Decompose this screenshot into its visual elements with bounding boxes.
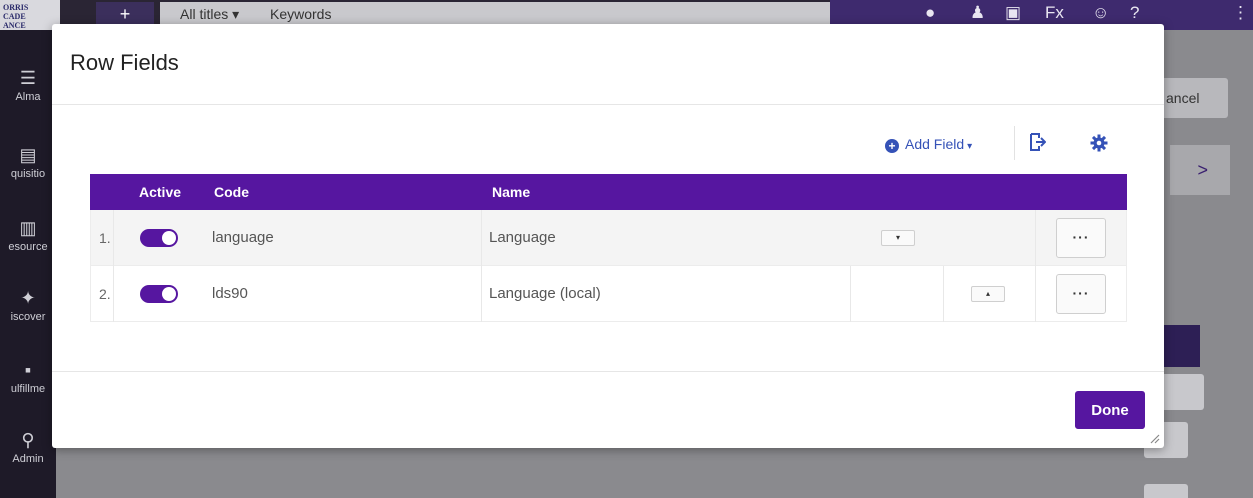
toggle-knob	[162, 287, 176, 301]
cell-divider	[850, 266, 851, 322]
notifications-icon[interactable]: ☺	[1092, 3, 1109, 23]
table-row: 1. language Language ▾ ···	[90, 210, 1127, 266]
export-icon[interactable]	[1028, 132, 1046, 152]
divider	[52, 104, 1164, 105]
location-icon[interactable]: ●	[925, 3, 935, 23]
gear-icon[interactable]	[1090, 134, 1108, 152]
active-toggle[interactable]	[140, 229, 178, 247]
nav-item-alma[interactable]: ☰ Alma	[0, 68, 56, 103]
dialog-title: Row Fields	[70, 50, 179, 75]
user-icon[interactable]: ♟	[970, 3, 985, 23]
row-actions-button[interactable]: ···	[1056, 218, 1106, 258]
toggle-knob	[162, 231, 176, 245]
nav-item-fulfillment[interactable]: ▪ ulfillme	[0, 360, 56, 395]
row-actions-button[interactable]: ···	[1056, 274, 1106, 314]
cell-divider	[1035, 210, 1036, 266]
column-header-name[interactable]: Name	[492, 184, 530, 200]
background-header-strip	[1160, 325, 1200, 367]
cell-divider	[481, 210, 482, 266]
nav-item-acquisitions[interactable]: ▤ quisitio	[0, 145, 56, 180]
column-header-active[interactable]: Active	[139, 184, 181, 200]
move-up-button[interactable]: ▴	[971, 286, 1005, 302]
add-field-button[interactable]: + Add Field ▾	[885, 136, 972, 153]
cell-divider	[113, 210, 114, 266]
row-number: 1.	[99, 230, 111, 246]
toolbar-divider	[1014, 126, 1015, 160]
done-button[interactable]: Done	[1075, 391, 1145, 429]
search-type-select[interactable]: Keywords	[270, 6, 331, 22]
table-header: Active Code Name	[90, 174, 1127, 210]
institution-logo: ORRIS CADE ANCE	[0, 0, 60, 30]
background-actions-button[interactable]	[1144, 484, 1188, 498]
active-toggle[interactable]	[140, 285, 178, 303]
row-fields-table: Active Code Name 1. language Language ▾ …	[90, 174, 1127, 322]
background-next-arrow[interactable]: >	[1170, 145, 1230, 195]
row-number: 2.	[99, 286, 111, 302]
field-code: lds90	[212, 285, 248, 302]
table-row: 2. lds90 Language (local) ▴ ···	[90, 266, 1127, 322]
column-header-code[interactable]: Code	[214, 184, 249, 200]
field-name: Language	[489, 229, 556, 246]
divider	[52, 371, 1164, 372]
help-icon[interactable]: ?	[1130, 3, 1139, 23]
nav-item-discovery[interactable]: ✦ iscover	[0, 288, 56, 323]
move-down-button[interactable]: ▾	[881, 230, 915, 246]
row-fields-dialog: Row Fields + Add Field ▾ Active Code Name …	[52, 24, 1164, 448]
field-name: Language (local)	[489, 285, 601, 302]
cell-divider	[113, 266, 114, 322]
field-code: language	[212, 229, 274, 246]
resize-handle-icon[interactable]	[1148, 432, 1160, 444]
more-menu-icon[interactable]: ⋮	[1232, 3, 1249, 23]
cell-divider	[943, 266, 944, 322]
nav-item-resources[interactable]: ▥ esource	[0, 218, 56, 253]
cell-divider	[1035, 266, 1036, 322]
background-actions-button[interactable]	[1160, 374, 1204, 410]
search-scope-select[interactable]: All titles ▾	[180, 6, 239, 23]
add-field-label: Add Field	[905, 136, 965, 152]
left-navigation: ☰ Alma ▤ quisitio ▥ esource ✦ iscover ▪ ulfil…	[0, 30, 56, 498]
cell-divider	[481, 266, 482, 322]
fx-icon[interactable]: Fx	[1045, 3, 1064, 23]
nav-item-admin[interactable]: ⚲ Admin	[0, 430, 56, 465]
add-circle-icon: +	[885, 139, 899, 153]
chevron-down-icon: ▾	[967, 141, 973, 152]
tasks-icon[interactable]: ▣	[1005, 3, 1021, 23]
